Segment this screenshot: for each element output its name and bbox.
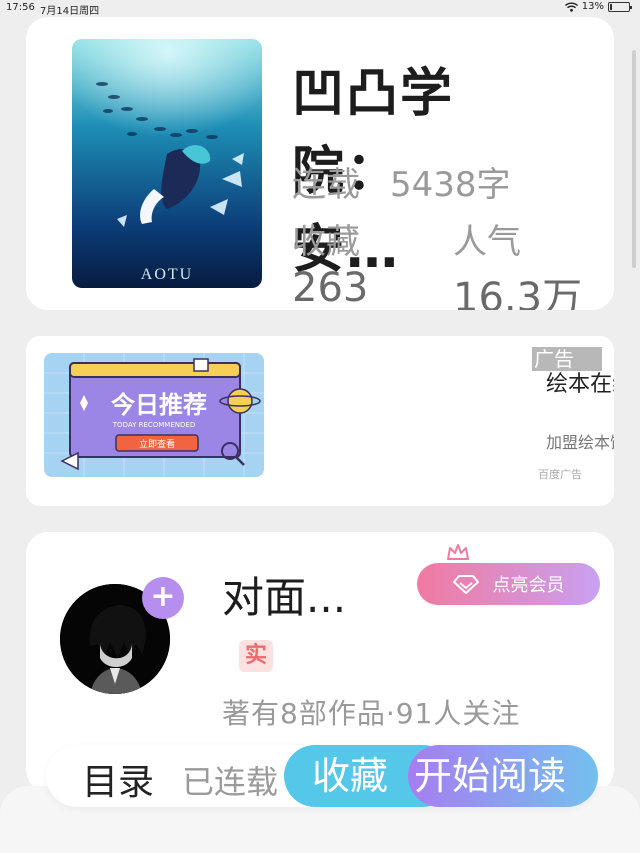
favorites-count: 263 <box>292 265 369 310</box>
book-cover[interactable]: AOTU <box>72 39 262 288</box>
diamond-icon <box>452 575 479 594</box>
toc-button[interactable]: 目录 <box>82 753 154 805</box>
ad-banner-title: 今日推荐 <box>111 391 207 419</box>
favorites-label: 收藏 <box>292 222 360 262</box>
serial-status-label: 连载 <box>292 165 360 205</box>
author-name[interactable]: 对面... <box>222 564 346 625</box>
scrollbar[interactable] <box>632 50 636 268</box>
popularity-count: 16.3万 <box>453 275 583 310</box>
popularity-label: 人气 <box>453 222 521 262</box>
word-count: 5438字 <box>390 165 511 205</box>
book-info-card: AOTU 凹凸学院：安… 连载 5438字 收藏 人气 263 16.3万 <box>26 17 614 310</box>
wifi-icon <box>564 2 578 12</box>
serial-status: 已连载 <box>182 763 279 801</box>
vip-upgrade-button[interactable]: 点亮会员 <box>417 563 600 605</box>
battery-fill <box>610 3 612 10</box>
ad-description[interactable]: 加盟绘本馆大 <box>546 429 614 453</box>
start-reading-button[interactable]: 开始阅读 <box>408 745 598 807</box>
ad-banner-graphic: 今日推荐 TODAY RECOMMENDED 立即查看 <box>44 353 264 477</box>
crown-icon <box>447 544 469 560</box>
ad-title[interactable]: 绘本在线 <box>546 366 614 398</box>
ad-banner-subtitle: TODAY RECOMMENDED <box>112 421 195 429</box>
status-right: 13% <box>564 1 632 12</box>
battery-percent: 13% <box>581 1 604 12</box>
ad-source: 百度广告 <box>538 468 582 481</box>
cover-illustration: AOTU <box>72 39 262 288</box>
vip-button-label: 点亮会员 <box>492 575 565 596</box>
word-status-row: 连载 5438字 <box>292 157 511 206</box>
author-stats: 著有8部作品·91人关注 <box>222 697 521 730</box>
verified-badge: 实 <box>239 640 273 672</box>
ad-banner-button: 立即查看 <box>139 438 175 450</box>
cover-logo: AOTU <box>141 266 193 283</box>
ad-banner-image[interactable]: 今日推荐 TODAY RECOMMENDED 立即查看 <box>44 353 264 477</box>
status-bar: 17:56 7月14日周四 13% <box>0 0 640 17</box>
bottom-action-bar: 目录 已连载 收藏 开始阅读 <box>46 745 598 807</box>
ad-card[interactable]: 今日推荐 TODAY RECOMMENDED 立即查看 广告 绘本在线 加盟绘本… <box>26 336 614 506</box>
status-date: 7月14日周四 <box>40 6 100 17</box>
status-time: 17:56 <box>6 2 35 13</box>
battery-icon <box>608 1 632 12</box>
follow-author-button[interactable]: + <box>142 577 184 619</box>
